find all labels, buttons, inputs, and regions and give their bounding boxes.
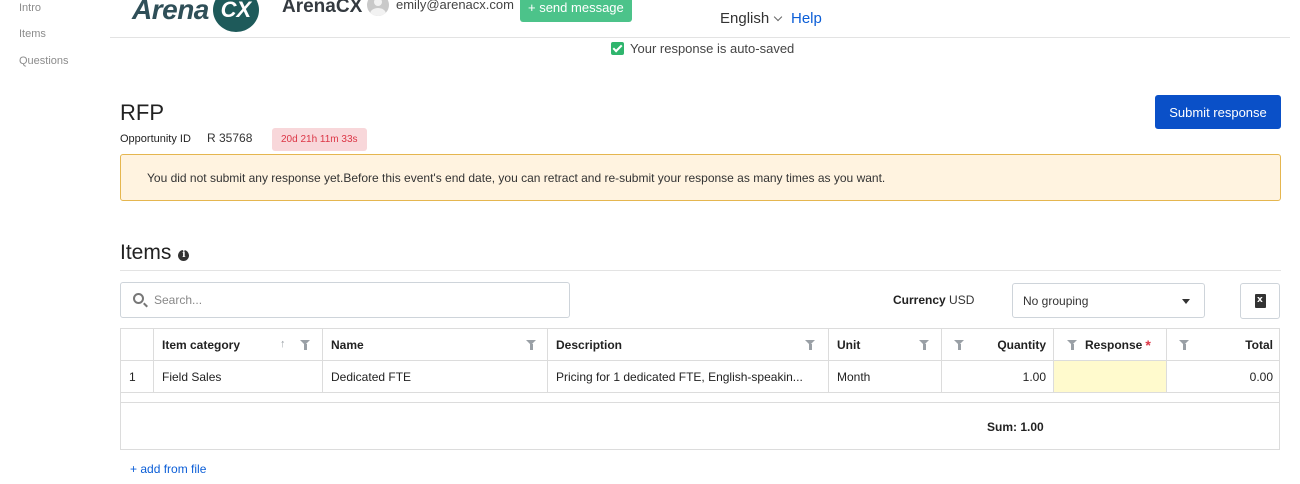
column-header-index	[121, 329, 154, 361]
user-avatar-icon[interactable]	[367, 0, 389, 16]
required-marker: *	[1145, 336, 1151, 353]
column-header-item-category[interactable]: Item category ↑	[154, 329, 323, 361]
export-excel-button[interactable]	[1240, 283, 1280, 319]
filter-icon[interactable]	[954, 340, 965, 350]
chevron-down-icon	[773, 12, 783, 21]
autosave-text: Your response is auto-saved	[630, 41, 795, 56]
response-input-cell[interactable]	[1054, 361, 1167, 393]
countdown-timer-badge: 20d 21h 11m 33s	[272, 128, 367, 151]
table-cell-unit: Month	[829, 361, 942, 393]
currency-display: Currency USD	[893, 293, 974, 307]
table-cell-index: 1	[121, 361, 154, 393]
quantity-sum: Sum: 1.00	[987, 420, 1044, 434]
column-header-description[interactable]: Description	[548, 329, 829, 361]
column-header-label: Quantity	[997, 337, 1046, 352]
caret-down-icon	[1182, 299, 1190, 304]
left-navigation: Intro Items Questions	[0, 0, 110, 484]
column-header-total[interactable]: Total	[1167, 329, 1280, 361]
column-header-quantity[interactable]: Quantity	[942, 329, 1054, 361]
page-title: RFP	[120, 100, 164, 125]
language-selector[interactable]: English	[720, 10, 783, 27]
column-header-label: Name	[331, 337, 364, 352]
search-input[interactable]	[154, 283, 554, 317]
nav-item-questions[interactable]: Questions	[19, 55, 69, 67]
grouping-select[interactable]: No grouping	[1012, 283, 1205, 318]
opportunity-id-label: Opportunity ID	[120, 133, 191, 145]
divider	[120, 270, 1281, 271]
arenacx-logo[interactable]: Arena CX	[132, 0, 259, 32]
items-section-title: Items i	[120, 241, 190, 265]
help-link[interactable]: Help	[791, 10, 822, 27]
no-response-warning: You did not submit any response yet.Befo…	[120, 154, 1281, 201]
table-cell-description: Pricing for 1 dedicated FTE, English-spe…	[548, 361, 829, 393]
user-email[interactable]: emily@arenacx.com	[396, 0, 514, 12]
divider	[121, 402, 1279, 403]
currency-label: Currency	[893, 293, 946, 307]
column-header-label: Item category	[162, 337, 241, 352]
column-header-label: Unit	[837, 337, 861, 352]
logo-wordmark: Arena	[132, 0, 209, 25]
nav-item-intro[interactable]: Intro	[19, 2, 41, 14]
table-cell-name: Dedicated FTE	[323, 361, 548, 393]
grouping-value: No grouping	[1023, 293, 1089, 308]
organization-name: ArenaCX	[282, 0, 363, 17]
filter-icon[interactable]	[805, 340, 816, 350]
column-header-label: Response	[1085, 337, 1143, 352]
column-header-label: Description	[556, 337, 623, 352]
language-label: English	[720, 10, 770, 27]
item-search	[120, 282, 570, 318]
checkmark-icon	[611, 42, 624, 55]
logo-badge: CX	[212, 0, 259, 32]
add-from-file-link[interactable]: + add from file	[130, 462, 206, 476]
table-cell-category: Field Sales	[154, 361, 323, 393]
nav-item-items[interactable]: Items	[19, 28, 46, 40]
search-icon	[133, 293, 144, 304]
filter-icon[interactable]	[1179, 340, 1190, 350]
filter-icon[interactable]	[526, 340, 537, 350]
autosave-indicator: Your response is auto-saved	[611, 41, 794, 56]
sort-arrow-icon[interactable]: ↑	[280, 338, 286, 350]
column-header-unit[interactable]: Unit	[829, 329, 942, 361]
table-cell-total: 0.00	[1167, 361, 1280, 393]
currency-value: USD	[949, 293, 975, 307]
filter-icon[interactable]	[1067, 340, 1078, 350]
opportunity-id-value: R 35768	[207, 131, 253, 145]
items-table: Item category ↑ Name Description Unit Qu…	[120, 328, 1280, 450]
send-message-button[interactable]: + send message	[520, 0, 632, 22]
table-cell-quantity: 1.00	[942, 361, 1054, 393]
column-header-label: Total	[1245, 337, 1273, 352]
items-heading: Items	[120, 241, 172, 264]
filter-icon[interactable]	[300, 340, 311, 350]
top-header: Arena CX ArenaCX emily@arenacx.com + sen…	[110, 0, 1290, 38]
info-icon[interactable]: i	[178, 249, 190, 261]
column-header-response[interactable]: Response *	[1054, 329, 1167, 361]
excel-file-icon	[1255, 294, 1266, 308]
column-header-name[interactable]: Name	[323, 329, 548, 361]
submit-response-button[interactable]: Submit response	[1155, 95, 1281, 129]
warning-text: You did not submit any response yet.Befo…	[147, 170, 886, 185]
filter-icon[interactable]	[919, 340, 930, 350]
